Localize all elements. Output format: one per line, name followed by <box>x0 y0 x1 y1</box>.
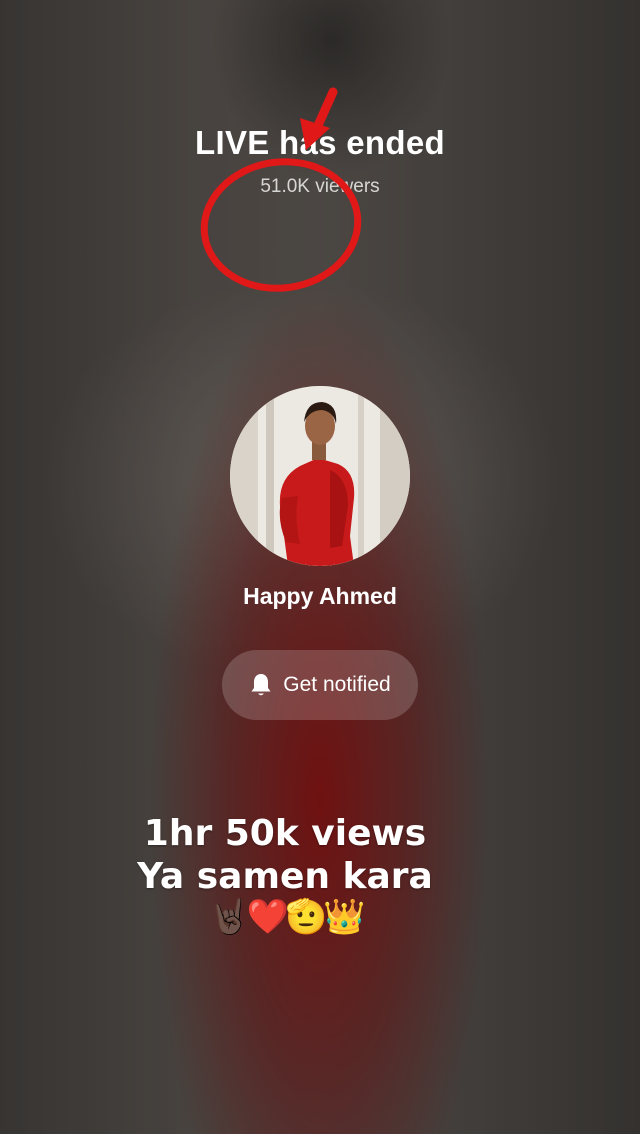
get-notified-button[interactable]: Get notified <box>222 650 418 720</box>
viewer-count: 51.0K viewers <box>260 176 380 197</box>
host-photo <box>230 386 410 566</box>
caption-overlay: 1hr 50k views Ya samen kara <box>60 812 510 898</box>
get-notified-label: Get notified <box>283 673 391 696</box>
caption-line-1: 1hr 50k views <box>143 813 427 854</box>
host-avatar[interactable] <box>230 386 410 566</box>
caption-emojis: 🤘🏿❤️🫡👑 <box>208 898 365 936</box>
host-name[interactable]: Happy Ahmed <box>0 583 640 610</box>
live-ended-title: LIVE has ended <box>195 124 445 161</box>
background-dim <box>0 0 640 1134</box>
caption-line-2: Ya samen kara <box>137 856 433 897</box>
bell-icon <box>251 674 271 696</box>
